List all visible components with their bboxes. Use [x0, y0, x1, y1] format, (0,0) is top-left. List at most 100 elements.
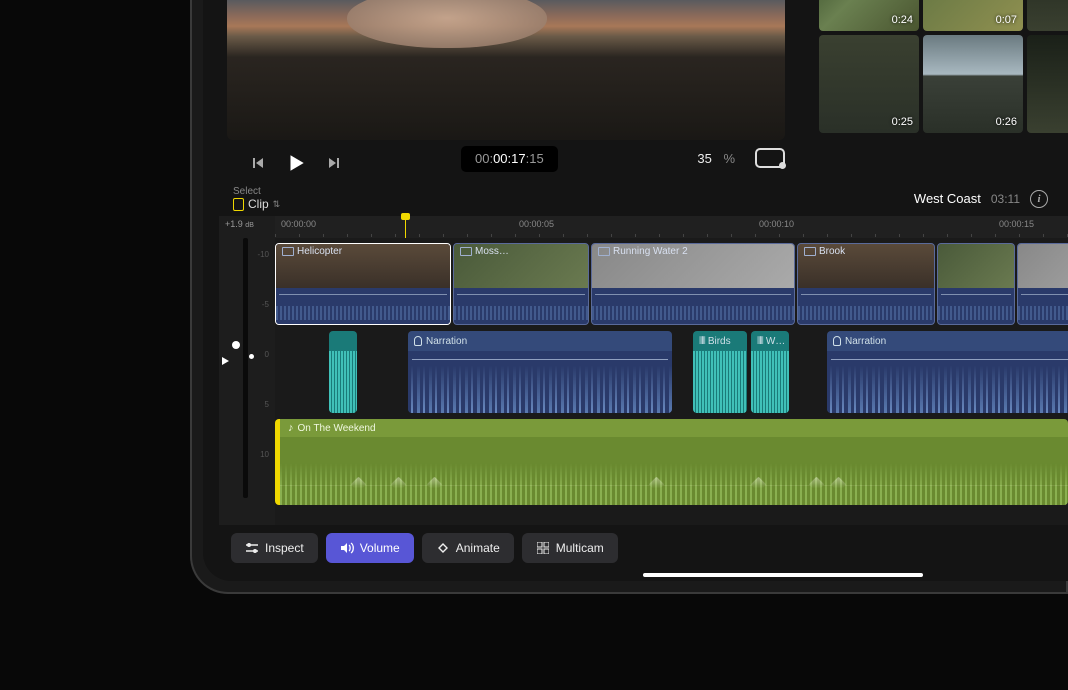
- waveform-icon: [699, 336, 704, 347]
- ruler-mark: 00:00:05: [519, 219, 554, 229]
- keyframe[interactable]: [831, 477, 847, 493]
- project-duration: 03:11: [991, 192, 1020, 206]
- device-bezel: 00:00:17:15 35 % 0:24 0:07 0:25 0:26 Sel…: [190, 0, 1068, 594]
- button-label: Animate: [456, 541, 500, 555]
- clip-label: Moss…: [460, 246, 509, 257]
- ruler-mark: 00:00:10: [759, 219, 794, 229]
- keyframe[interactable]: [809, 477, 825, 493]
- audio-clip[interactable]: W…: [751, 331, 789, 413]
- meter-play-icon: [222, 357, 229, 365]
- zoom-percent[interactable]: 35 %: [689, 151, 735, 166]
- meter-tick: 0: [265, 350, 269, 359]
- home-indicator[interactable]: [643, 573, 923, 577]
- select-mode[interactable]: Select Clip ⇅: [233, 186, 280, 211]
- music-note-icon: [288, 422, 294, 434]
- zoom-value: 35: [697, 151, 711, 166]
- video-preview[interactable]: [227, 0, 785, 140]
- play-button[interactable]: [281, 148, 311, 178]
- volume-curve[interactable]: [280, 485, 1068, 486]
- clip-icon: [233, 198, 244, 211]
- library-thumb[interactable]: 0:07: [923, 0, 1023, 31]
- mic-icon: [833, 336, 841, 346]
- skip-start-icon: [251, 156, 265, 170]
- skip-end-icon: [327, 156, 341, 170]
- app-screen: 00:00:17:15 35 % 0:24 0:07 0:25 0:26 Sel…: [203, 0, 1068, 581]
- meter-tick: -5: [262, 300, 269, 309]
- prev-button[interactable]: [243, 148, 273, 178]
- timeline-tracks[interactable]: On The Weekend Helicopter Moss… Running Wa…: [275, 238, 1068, 525]
- playhead[interactable]: [405, 216, 406, 238]
- info-button[interactable]: i: [1030, 190, 1048, 208]
- thumb-duration: 0:26: [996, 116, 1017, 128]
- button-label: Volume: [360, 541, 400, 555]
- audio-meter[interactable]: +1.9 dB -10 -5 0 5 10: [219, 216, 275, 525]
- library-thumb[interactable]: 0:24: [819, 0, 919, 31]
- multicam-button[interactable]: Multicam: [522, 533, 618, 563]
- clip-label: Narration: [426, 336, 467, 347]
- music-clip[interactable]: On The Weekend: [275, 419, 1068, 505]
- select-label: Select: [233, 186, 280, 197]
- video-clip[interactable]: Helicopter: [275, 243, 451, 325]
- music-title: On The Weekend: [298, 423, 376, 434]
- play-icon: [285, 152, 307, 174]
- thumb-duration: 0:07: [996, 14, 1017, 26]
- button-label: Inspect: [265, 541, 304, 555]
- meter-peak: +1.9: [225, 219, 243, 229]
- transport-controls: 00:00:17:15 35 %: [219, 143, 805, 183]
- audio-clip[interactable]: Narration: [827, 331, 1068, 413]
- clip-label: Brook: [804, 246, 845, 257]
- volume-button[interactable]: Volume: [326, 533, 414, 563]
- meter-dot: [232, 341, 240, 349]
- keyframe[interactable]: [427, 477, 443, 493]
- speaker-icon: [340, 542, 354, 554]
- keyframe[interactable]: [649, 477, 665, 493]
- video-clip[interactable]: Moss…: [453, 243, 589, 325]
- clip-label: Birds: [708, 336, 731, 347]
- clip-label: Narration: [845, 336, 886, 347]
- next-button[interactable]: [319, 148, 349, 178]
- media-library: 0:24 0:07 0:25 0:26: [819, 0, 1068, 185]
- keyframe[interactable]: [391, 477, 407, 493]
- audio-clip[interactable]: Narration: [408, 331, 672, 413]
- meter-tick: 5: [265, 400, 269, 409]
- library-thumb[interactable]: 0:26: [923, 35, 1023, 133]
- project-name: West Coast: [914, 191, 981, 206]
- grid-icon: [536, 542, 550, 554]
- timecode-main: 00:17: [493, 151, 526, 166]
- waveform-icon: [757, 336, 762, 347]
- audio-clip[interactable]: Birds: [693, 331, 747, 413]
- timeline-header: Select Clip ⇅ West Coast 03:11 i: [219, 182, 1068, 215]
- thumb-duration: 0:25: [892, 116, 913, 128]
- clip-label: Helicopter: [282, 246, 342, 257]
- library-thumb[interactable]: [1027, 0, 1068, 31]
- chevron-updown-icon: ⇅: [273, 199, 281, 210]
- keyframe[interactable]: [751, 477, 767, 493]
- thumb-duration: 0:24: [892, 14, 913, 26]
- video-clip[interactable]: [1017, 243, 1068, 325]
- display-options-button[interactable]: [755, 148, 785, 168]
- keyframe[interactable]: [351, 477, 367, 493]
- ruler-mark: 00:00:00: [281, 219, 316, 229]
- select-value: Clip: [248, 197, 269, 211]
- sliders-icon: [245, 542, 259, 554]
- meter-tick: -10: [257, 250, 269, 259]
- clip-label: W…: [766, 336, 785, 347]
- animate-button[interactable]: Animate: [422, 533, 514, 563]
- timeline: +1.9 dB -10 -5 0 5 10 00:00:00 00:00:05 …: [219, 216, 1068, 525]
- video-clip[interactable]: Running Water 2: [591, 243, 795, 325]
- audio-clip[interactable]: [329, 331, 357, 413]
- clip-label: Running Water 2: [598, 246, 688, 257]
- timecode-prefix: 00:: [475, 151, 493, 166]
- video-clip[interactable]: [937, 243, 1015, 325]
- time-ruler[interactable]: 00:00:00 00:00:05 00:00:10 00:00:15: [275, 216, 1068, 238]
- library-thumb[interactable]: 0:25: [819, 35, 919, 133]
- library-thumb[interactable]: [1027, 35, 1068, 133]
- ruler-mark: 00:00:15: [999, 219, 1034, 229]
- button-label: Multicam: [556, 541, 604, 555]
- mic-icon: [414, 336, 422, 346]
- timecode-display[interactable]: 00:00:17:15: [461, 146, 558, 172]
- inspect-button[interactable]: Inspect: [231, 533, 318, 563]
- timecode-frames: :15: [526, 151, 544, 166]
- bottom-toolbar: Inspect Volume Animate Multicam: [219, 525, 1068, 571]
- video-clip[interactable]: Brook: [797, 243, 935, 325]
